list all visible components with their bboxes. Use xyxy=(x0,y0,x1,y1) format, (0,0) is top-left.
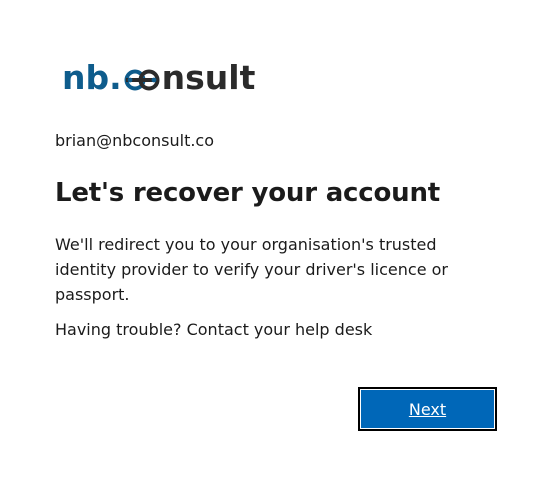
description-text: We'll redirect you to your organisation'… xyxy=(55,235,448,304)
recovery-card: nb. nsult brian@nbconsult.co Let's recov… xyxy=(0,0,550,490)
logo-dot: . xyxy=(109,58,122,97)
linked-rings-icon xyxy=(122,58,162,98)
logo-suffix: nsult xyxy=(161,58,256,97)
page-title: Let's recover your account xyxy=(55,178,440,208)
help-desk-text: Having trouble? Contact your help desk xyxy=(55,320,373,339)
logo-prefix: nb xyxy=(62,58,110,97)
company-logo: nb. nsult xyxy=(62,58,255,98)
account-email: brian@nbconsult.co xyxy=(55,131,215,150)
next-button[interactable]: Next xyxy=(358,387,497,431)
